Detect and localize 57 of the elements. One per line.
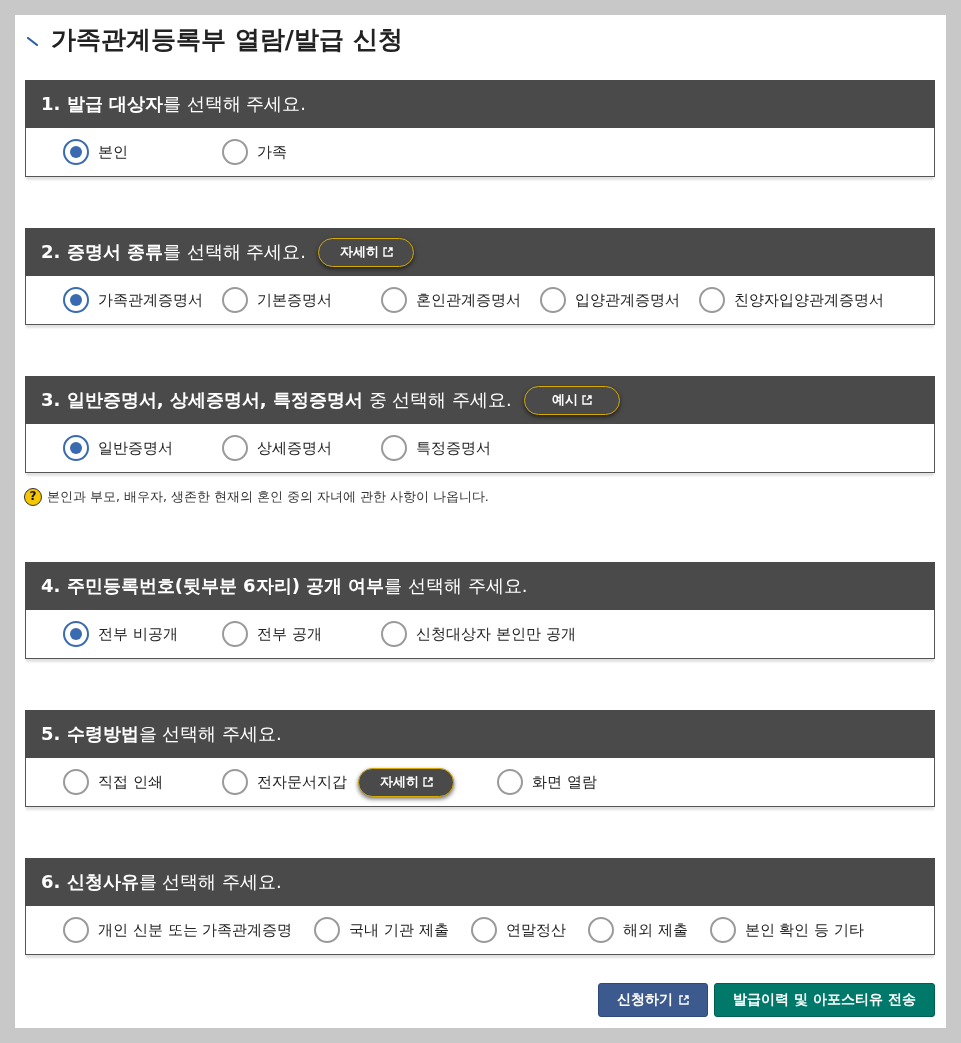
radio-button[interactable] — [222, 769, 248, 795]
radio-button[interactable] — [709, 917, 736, 943]
radio-button[interactable] — [540, 287, 566, 313]
radio-label[interactable]: 상세증명서 — [257, 438, 332, 458]
section-heading: 2. 증명서 종류를 선택해 주세요. — [41, 240, 307, 264]
radio-label[interactable]: 친양자입양관계증명서 — [734, 290, 884, 310]
history-button[interactable]: 발급이력 및 아포스티유 전송 — [714, 983, 935, 1017]
note-text: 본인과 부모, 배우자, 생존한 현재의 혼인 중의 자녀에 관한 사항이 나옵니다. — [47, 488, 489, 506]
radio-label[interactable]: 전부 공개 — [257, 624, 322, 644]
radio-button[interactable] — [63, 769, 89, 795]
radio-button[interactable] — [63, 287, 89, 313]
page-title: 가족관계등록부 열람/발급 신청 — [51, 24, 403, 56]
radio-button[interactable] — [222, 139, 248, 165]
radio-button[interactable] — [470, 917, 497, 943]
radio-label[interactable]: 화면 열람 — [532, 772, 597, 792]
radio-button[interactable] — [699, 287, 725, 313]
radio-label[interactable]: 개인 신분 또는 가족관계증명 — [98, 920, 293, 940]
radio-button[interactable] — [381, 287, 407, 313]
radio-label[interactable]: 가족관계증명서 — [98, 290, 203, 310]
radio-label[interactable]: 신청대상자 본인만 공개 — [416, 624, 576, 644]
radio-button[interactable] — [63, 917, 89, 943]
accent-stroke-icon — [27, 36, 38, 46]
radio-label[interactable]: 기본증명서 — [257, 290, 332, 310]
help-icon: ? — [24, 488, 42, 506]
radio-label[interactable]: 전부 비공개 — [98, 624, 178, 644]
apply-button[interactable]: 신청하기 — [598, 983, 709, 1017]
radio-label[interactable]: 가족 — [257, 142, 287, 162]
section-heading: 5. 수령방법을 선택해 주세요. — [41, 722, 282, 746]
section-heading: 6. 신청사유를 선택해 주세요. — [41, 870, 282, 894]
radio-button[interactable] — [497, 769, 523, 795]
section-heading: 3. 일반증명서, 상세증명서, 특정증명서 중 선택해 주세요. — [41, 388, 512, 412]
radio-button[interactable] — [314, 917, 341, 943]
radio-label[interactable]: 입양관계증명서 — [575, 290, 680, 310]
section-heading: 1. 발급 대상자를 선택해 주세요. — [41, 92, 307, 116]
radio-label[interactable]: 연말정산 — [505, 920, 566, 940]
radio-button[interactable] — [63, 139, 89, 165]
radio-button[interactable] — [587, 917, 614, 943]
section-heading: 4. 주민등록번호(뒷부분 6자리) 공개 여부를 선택해 주세요. — [41, 574, 528, 598]
radio-label[interactable]: 본인 확인 등 기타 — [744, 920, 864, 940]
radio-label[interactable]: 직접 인쇄 — [98, 772, 163, 792]
radio-label[interactable]: 특정증명서 — [416, 438, 491, 458]
radio-button[interactable] — [381, 435, 407, 461]
detail-button[interactable]: 자세히 — [318, 237, 415, 267]
detail-button[interactable]: 예시 — [523, 385, 620, 415]
radio-button[interactable] — [222, 621, 248, 647]
radio-label[interactable]: 일반증명서 — [98, 438, 173, 458]
radio-label[interactable]: 해외 제출 — [622, 920, 688, 940]
radio-label[interactable]: 국내 기관 제출 — [349, 920, 449, 940]
radio-button[interactable] — [222, 287, 248, 313]
radio-label[interactable]: 전자문서지갑 — [257, 772, 347, 792]
radio-button[interactable] — [63, 435, 89, 461]
radio-label[interactable]: 혼인관계증명서 — [416, 290, 521, 310]
radio-label[interactable]: 본인 — [98, 142, 128, 162]
radio-button[interactable] — [222, 435, 248, 461]
radio-button[interactable] — [381, 621, 407, 647]
detail-button[interactable]: 자세히 — [358, 767, 454, 797]
radio-button[interactable] — [63, 621, 89, 647]
